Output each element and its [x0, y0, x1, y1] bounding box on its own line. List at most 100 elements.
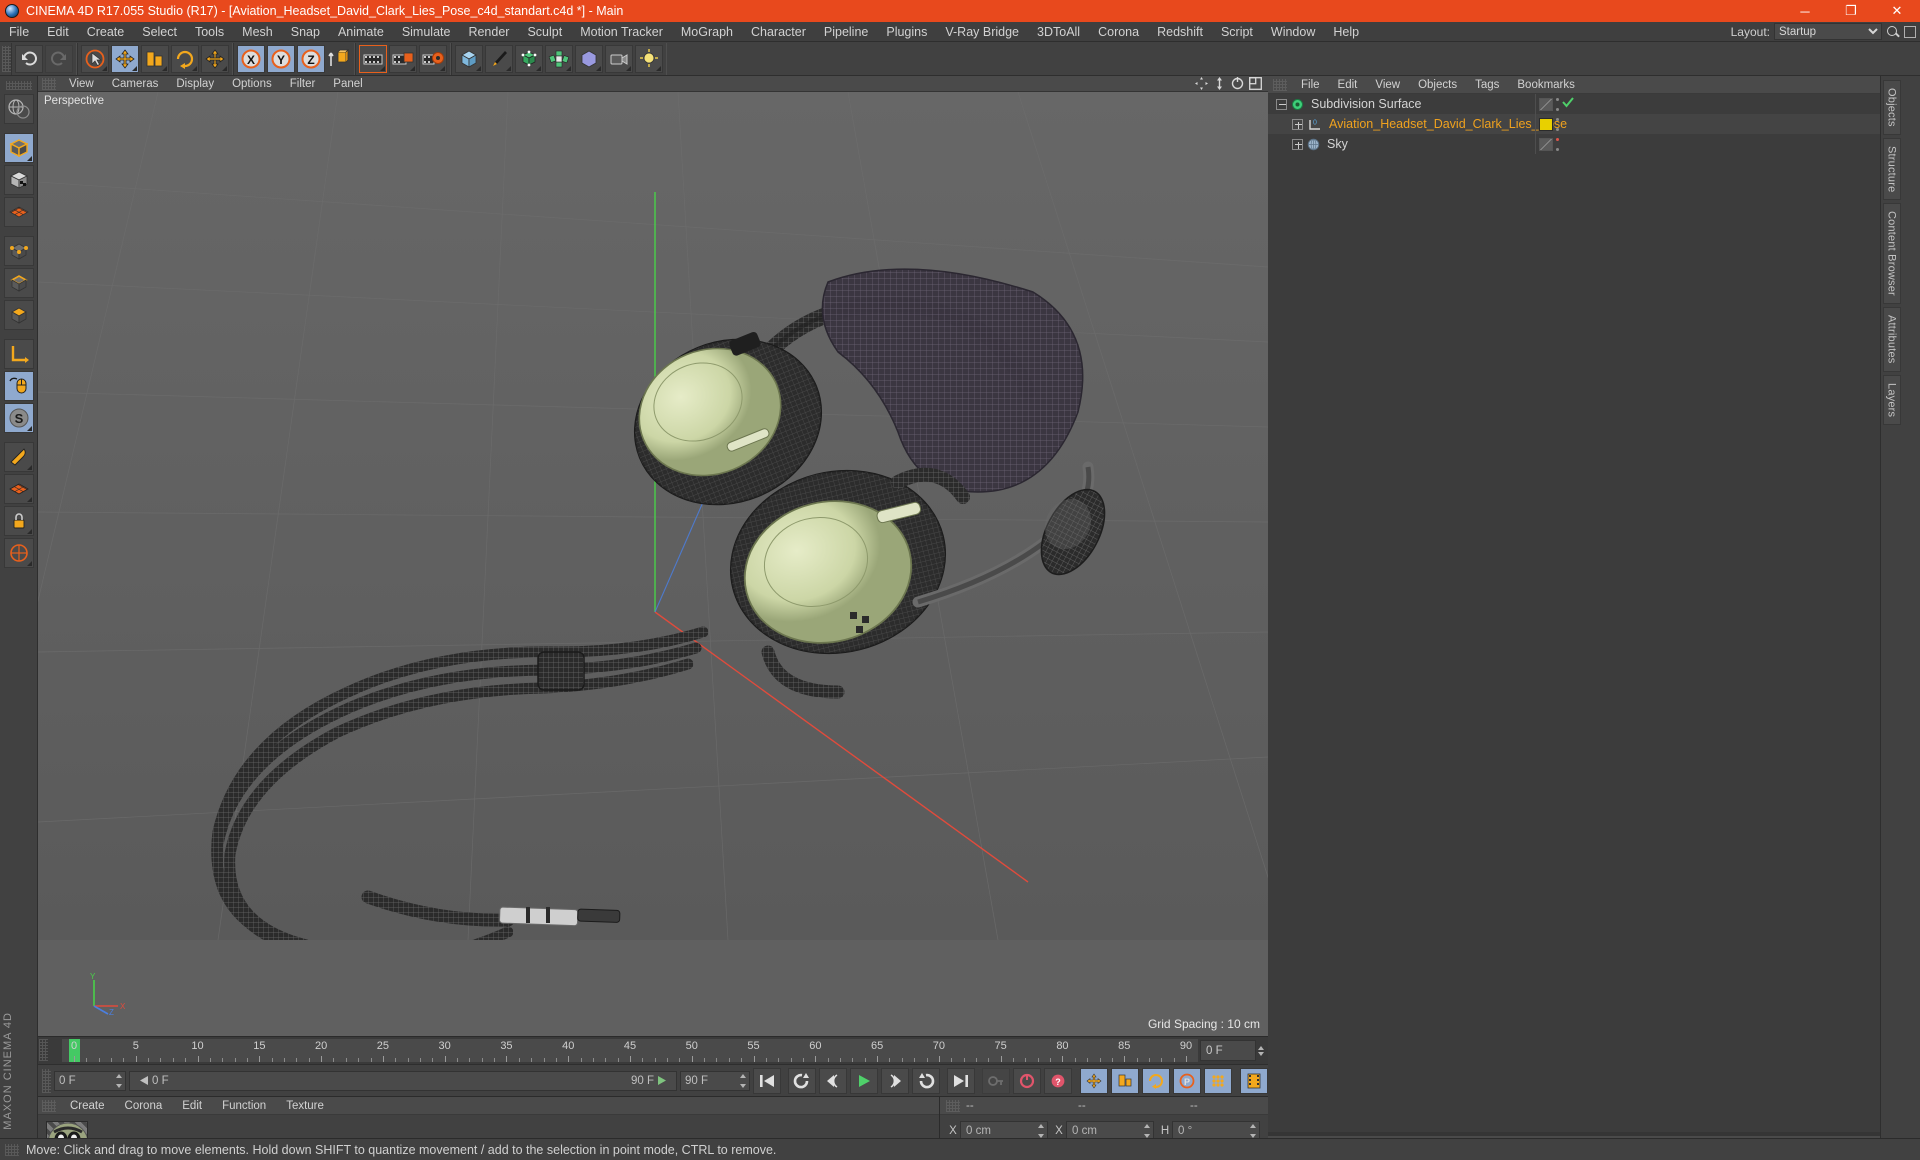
- modeling-tools-button[interactable]: [3, 474, 34, 504]
- rotate-tool-button[interactable]: [171, 44, 199, 73]
- record-active-objects-button[interactable]: [1013, 1067, 1041, 1094]
- object-name[interactable]: Subdivision Surface: [1311, 97, 1421, 111]
- timeline-current-frame-field[interactable]: 0 F: [1200, 1040, 1256, 1061]
- step-back-button[interactable]: [819, 1067, 847, 1094]
- play-backwards-loop-button[interactable]: [788, 1067, 816, 1094]
- coordinates-grip[interactable]: [946, 1099, 960, 1112]
- menu-item-window[interactable]: Window: [1262, 22, 1324, 42]
- texture-mode-button[interactable]: [3, 165, 34, 195]
- make-editable-button[interactable]: [3, 94, 34, 124]
- edge-mode-button[interactable]: [3, 268, 34, 298]
- go-to-end-button[interactable]: [947, 1067, 975, 1094]
- object-manager-menu-edit[interactable]: Edit: [1329, 76, 1367, 94]
- object-row[interactable]: 0 Aviation_Headset_David_Clark_Lies_Pose: [1268, 114, 1880, 134]
- frame-range-slider[interactable]: 0 F 90 F: [129, 1070, 677, 1091]
- window-restore-icon[interactable]: [1904, 25, 1916, 38]
- menu-item-script[interactable]: Script: [1212, 22, 1262, 42]
- menu-item-mograph[interactable]: MoGraph: [672, 22, 742, 42]
- visibility-dots-icon[interactable]: [1556, 137, 1559, 151]
- side-tab-objects[interactable]: Objects: [1882, 80, 1901, 135]
- materials-menu-create[interactable]: Create: [60, 1097, 115, 1115]
- perspective-viewport[interactable]: Perspective Grid Spacing : 10 cm Y X Z: [38, 92, 1268, 1036]
- redo-button[interactable]: [45, 44, 73, 73]
- camera-button[interactable]: [605, 44, 633, 73]
- render-settings-button[interactable]: [419, 44, 447, 73]
- materials-grip[interactable]: [42, 1099, 56, 1112]
- snap-button[interactable]: S: [3, 403, 34, 433]
- selection-tools-button[interactable]: [3, 442, 34, 472]
- side-tab-attributes[interactable]: Attributes: [1882, 307, 1901, 372]
- left-toolbar-grip[interactable]: [5, 81, 32, 90]
- status-bar-grip[interactable]: [5, 1143, 19, 1156]
- end-frame-field[interactable]: 90 F: [680, 1070, 750, 1091]
- enabled-check-icon[interactable]: [1562, 97, 1574, 111]
- viewport-grip[interactable]: [42, 77, 56, 90]
- undo-button[interactable]: [15, 44, 43, 73]
- menu-item-edit[interactable]: Edit: [38, 22, 78, 42]
- menu-item-tools[interactable]: Tools: [186, 22, 233, 42]
- timeline-grip[interactable]: [39, 1039, 48, 1061]
- menu-item-corona[interactable]: Corona: [1089, 22, 1148, 42]
- menu-item-plugins[interactable]: Plugins: [877, 22, 936, 42]
- key-parameter-button[interactable]: P: [1173, 1067, 1201, 1094]
- menu-item-3dtoall[interactable]: 3DToAll: [1028, 22, 1089, 42]
- menu-item-render[interactable]: Render: [459, 22, 518, 42]
- materials-menu-edit[interactable]: Edit: [172, 1097, 212, 1115]
- key-position-button[interactable]: [1080, 1067, 1108, 1094]
- menu-item-pipeline[interactable]: Pipeline: [815, 22, 877, 42]
- timeline-filmstrip-button[interactable]: [1240, 1067, 1268, 1094]
- polygon-mode-button[interactable]: [3, 300, 34, 330]
- deformers-button[interactable]: [545, 44, 573, 73]
- materials-menu-texture[interactable]: Texture: [276, 1097, 334, 1115]
- workplane-tools-button[interactable]: [3, 538, 34, 568]
- menu-item-mesh[interactable]: Mesh: [233, 22, 282, 42]
- zoom-view-icon[interactable]: [1213, 77, 1226, 90]
- step-forward-button[interactable]: [881, 1067, 909, 1094]
- universal-tool-button[interactable]: [201, 44, 229, 73]
- enable-axis-modification-button[interactable]: [3, 339, 34, 369]
- menu-item-animate[interactable]: Animate: [329, 22, 393, 42]
- object-manager-menu-view[interactable]: View: [1366, 76, 1409, 94]
- key-rotation-button[interactable]: [1142, 1067, 1170, 1094]
- object-manager-menu-bookmarks[interactable]: Bookmarks: [1508, 76, 1584, 94]
- autokeying-button[interactable]: [982, 1067, 1010, 1094]
- search-icon[interactable]: [1886, 25, 1900, 39]
- menu-item-redshift[interactable]: Redshift: [1148, 22, 1212, 42]
- expand-toggle-icon[interactable]: [1292, 138, 1303, 150]
- viewport-menu-view[interactable]: View: [60, 76, 103, 92]
- start-frame-field[interactable]: 0 F: [54, 1070, 126, 1091]
- toolbar-grip[interactable]: [2, 45, 11, 72]
- object-manager-tree[interactable]: Subdivision Surface 0 Aviation_Headset_Dav…: [1268, 94, 1880, 1132]
- keyframe-selection-button[interactable]: ?: [1044, 1067, 1072, 1094]
- menu-item-v-ray-bridge[interactable]: V-Ray Bridge: [936, 22, 1028, 42]
- lock-z-axis-button[interactable]: Z: [297, 44, 325, 73]
- viewport-menu-display[interactable]: Display: [167, 76, 223, 92]
- menu-item-help[interactable]: Help: [1324, 22, 1368, 42]
- viewport-menu-filter[interactable]: Filter: [281, 76, 325, 92]
- minimize-button[interactable]: ─: [1782, 0, 1828, 22]
- render-view-button[interactable]: [359, 44, 387, 73]
- viewport-solo-button[interactable]: [3, 371, 34, 401]
- timeline-frame-spinner[interactable]: [1258, 1037, 1268, 1064]
- range-right-arrow-icon[interactable]: [658, 1076, 666, 1085]
- model-mode-button[interactable]: [3, 133, 34, 163]
- menu-item-simulate[interactable]: Simulate: [393, 22, 460, 42]
- visibility-toggle-icon[interactable]: [1539, 137, 1553, 151]
- close-button[interactable]: ✕: [1874, 0, 1920, 22]
- object-row[interactable]: Subdivision Surface: [1268, 94, 1880, 114]
- scale-tool-button[interactable]: [141, 44, 169, 73]
- point-mode-button[interactable]: [3, 236, 34, 266]
- materials-menu-corona[interactable]: Corona: [115, 1097, 173, 1115]
- object-row[interactable]: Sky: [1268, 134, 1880, 154]
- rotate-view-icon[interactable]: [1231, 77, 1244, 90]
- spline-pen-button[interactable]: [485, 44, 513, 73]
- viewport-menu-cameras[interactable]: Cameras: [103, 76, 168, 92]
- world-object-coordinates-button[interactable]: [327, 45, 351, 73]
- visibility-dots-icon[interactable]: [1556, 97, 1559, 111]
- select-tool-button[interactable]: [81, 44, 109, 73]
- object-manager-menu-tags[interactable]: Tags: [1466, 76, 1508, 94]
- expand-toggle-icon[interactable]: [1292, 118, 1303, 130]
- menu-item-select[interactable]: Select: [133, 22, 186, 42]
- range-left-arrow-icon[interactable]: [140, 1076, 148, 1085]
- expand-toggle-icon[interactable]: [1276, 98, 1287, 110]
